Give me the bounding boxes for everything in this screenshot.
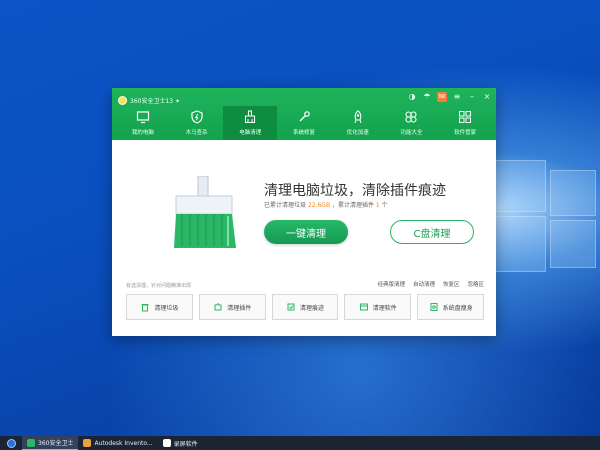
- cleanup-links: 经典版清理 自动清理 恢复区 忽略区: [377, 280, 484, 288]
- stats-suffix: 个: [381, 202, 388, 209]
- main-nav: 我的电脑 木马查杀 电脑清理 系统修复 优化加速 功能大全 软件管家: [116, 106, 492, 140]
- app-recorder-icon: [162, 439, 171, 447]
- taskbar-item-360[interactable]: 360安全卫士: [22, 436, 79, 450]
- tool-clean-traces[interactable]: 清理痕迹: [271, 294, 339, 320]
- taskbar-label: Autodesk Invento...: [94, 439, 153, 447]
- link-auto-clean[interactable]: 自动清理: [413, 280, 435, 288]
- broom-illustration-icon: [174, 176, 236, 248]
- wallpaper-pane-a: [488, 160, 546, 212]
- tab-software-manager[interactable]: 软件管家: [438, 106, 492, 140]
- tab-system-repair[interactable]: 系统修复: [277, 106, 331, 140]
- app-title: 360安全卫士13 ✦: [130, 97, 181, 105]
- cleanup-stats: 已累计清理垃圾 22.6GB ，累计清理插件 1 个: [264, 200, 388, 209]
- tab-pc-cleanup[interactable]: 电脑清理: [223, 106, 278, 140]
- window-controls: ◑ ☂ ✉ ≡ – ×: [407, 92, 492, 102]
- taskbar-label: 360安全卫士: [38, 440, 74, 447]
- tab-features[interactable]: 功能大全: [385, 106, 439, 140]
- rocket-icon: [354, 110, 362, 124]
- wrench-icon: [299, 111, 310, 122]
- tool-label: 系统盘瘦身: [442, 304, 473, 312]
- monitor-icon: [136, 111, 149, 124]
- taskbar-label: 录屏软件: [173, 440, 198, 448]
- start-button[interactable]: [0, 436, 22, 450]
- shield-icon: [190, 110, 203, 124]
- one-click-clean-button[interactable]: 一键清理: [264, 220, 348, 244]
- tab-label: 电脑清理: [239, 130, 262, 136]
- grid-icon: [459, 111, 472, 123]
- tab-label: 功能大全: [400, 130, 423, 136]
- trash-icon: [141, 304, 149, 312]
- app-brand: 360安全卫士13 ✦: [118, 94, 180, 106]
- wallpaper-pane-b: [488, 216, 546, 272]
- minimize-icon[interactable]: –: [467, 92, 477, 102]
- gift-icon[interactable]: ✉: [437, 92, 447, 102]
- cleanup-tip: 有选清理，针对问题精准出现: [126, 283, 192, 289]
- title-bar: 360安全卫士13 ✦ ◑ ☂ ✉ ≡ – × 我的电脑 木马查杀 电脑清理 系…: [112, 88, 496, 140]
- tab-label: 软件管家: [454, 130, 477, 136]
- cleanup-panel: 清理电脑垃圾，清除插件痕迹 已累计清理垃圾 22.6GB ，累计清理插件 1 个…: [112, 140, 496, 336]
- tool-label: 清理插件: [227, 304, 252, 312]
- c-drive-clean-button[interactable]: C盘清理: [390, 220, 474, 244]
- disk-icon: [430, 303, 438, 311]
- stats-count: 1: [375, 202, 380, 209]
- stats-size: 22.6GB: [307, 202, 331, 209]
- taskbar-item-recorder[interactable]: 录屏软件: [158, 436, 203, 450]
- tab-my-computer[interactable]: 我的电脑: [116, 106, 170, 140]
- software-icon: [359, 303, 368, 311]
- tab-label: 系统修复: [293, 130, 316, 136]
- link-classic-clean[interactable]: 经典版清理: [377, 280, 405, 288]
- tool-label: 清理软件: [372, 304, 397, 312]
- broom-icon: [245, 110, 256, 124]
- tab-label: 优化加速: [346, 130, 369, 136]
- tool-label: 清理垃圾: [154, 304, 179, 312]
- umbrella-icon[interactable]: ☂: [422, 92, 432, 102]
- cleanup-headline: 清理电脑垃圾，清除插件痕迹: [264, 183, 446, 199]
- menu-icon[interactable]: ≡: [452, 92, 462, 102]
- start-icon: [6, 438, 16, 448]
- tab-optimize[interactable]: 优化加速: [331, 106, 385, 140]
- app-logo-icon: [118, 95, 127, 105]
- tab-label: 我的电脑: [131, 130, 154, 136]
- wallpaper-pane-d: [550, 220, 596, 268]
- stats-middle: ，累计清理插件: [331, 202, 374, 209]
- close-icon[interactable]: ×: [482, 92, 492, 102]
- tab-label: 木马查杀: [185, 130, 208, 136]
- puzzle-icon: [214, 303, 222, 311]
- taskbar: 360安全卫士 Autodesk Invento... 录屏软件: [0, 436, 600, 450]
- stats-prefix: 已累计清理垃圾: [264, 202, 307, 209]
- tool-clean-plugins[interactable]: 清理插件: [198, 294, 266, 320]
- cleanup-tools: 清理垃圾 清理插件 清理痕迹 清理软件 系统盘瘦身: [126, 294, 484, 320]
- taskbar-item-autodesk[interactable]: Autodesk Invento...: [78, 436, 157, 450]
- app-360-icon: [27, 438, 35, 447]
- trace-icon: [287, 303, 295, 311]
- skin-icon[interactable]: ◑: [407, 92, 417, 102]
- wallpaper-pane-c: [550, 170, 596, 216]
- tool-label: 清理痕迹: [299, 304, 324, 312]
- tool-clean-software[interactable]: 清理软件: [344, 294, 412, 320]
- cross-icon: [405, 111, 418, 123]
- tool-clean-junk[interactable]: 清理垃圾: [126, 294, 193, 320]
- app-window: 360安全卫士13 ✦ ◑ ☂ ✉ ≡ – × 我的电脑 木马查杀 电脑清理 系…: [112, 88, 496, 336]
- tab-trojan-scan[interactable]: 木马查杀: [170, 106, 224, 140]
- link-ignore-area[interactable]: 忽略区: [467, 280, 484, 288]
- app-autodesk-icon: [83, 439, 92, 447]
- link-restore-area[interactable]: 恢复区: [443, 280, 460, 288]
- tool-system-slim[interactable]: 系统盘瘦身: [417, 294, 484, 320]
